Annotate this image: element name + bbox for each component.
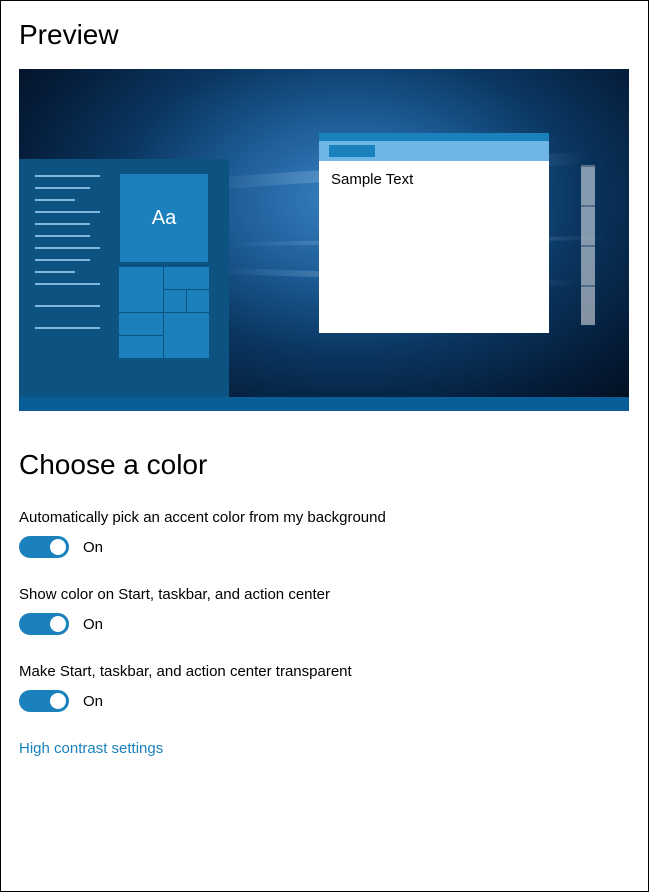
start-tiles: Aa <box>119 159 229 397</box>
setting-label: Automatically pick an accent color from … <box>19 509 630 526</box>
high-contrast-link[interactable]: High contrast settings <box>19 740 163 757</box>
choose-color-heading: Choose a color <box>19 449 630 481</box>
start-menu-preview: Aa <box>19 159 229 397</box>
sample-window-text: Sample Text <box>319 161 549 198</box>
tile-large: Aa <box>119 173 209 263</box>
toggle-state-text: On <box>83 539 103 556</box>
taskbar-preview <box>19 397 629 411</box>
toggle-state-text: On <box>83 616 103 633</box>
setting-label: Make Start, taskbar, and action center t… <box>19 663 630 680</box>
toggle-transparency[interactable] <box>19 690 69 712</box>
setting-label: Show color on Start, taskbar, and action… <box>19 586 630 603</box>
setting-show-color-start: Show color on Start, taskbar, and action… <box>19 586 630 635</box>
setting-auto-accent: Automatically pick an accent color from … <box>19 509 630 558</box>
setting-transparency: Make Start, taskbar, and action center t… <box>19 663 630 712</box>
start-app-list <box>19 159 119 397</box>
sample-window-titlebar <box>319 133 549 141</box>
preview-pane: Aa Sample Text <box>19 69 629 411</box>
toggle-auto-accent[interactable] <box>19 536 69 558</box>
tile-grid <box>119 267 209 359</box>
sample-window-tabbar <box>319 141 549 161</box>
toggle-show-color-start[interactable] <box>19 613 69 635</box>
wallpaper-window-icon <box>581 165 595 325</box>
sample-window: Sample Text <box>319 133 549 333</box>
toggle-state-text: On <box>83 693 103 710</box>
preview-heading: Preview <box>19 19 630 51</box>
